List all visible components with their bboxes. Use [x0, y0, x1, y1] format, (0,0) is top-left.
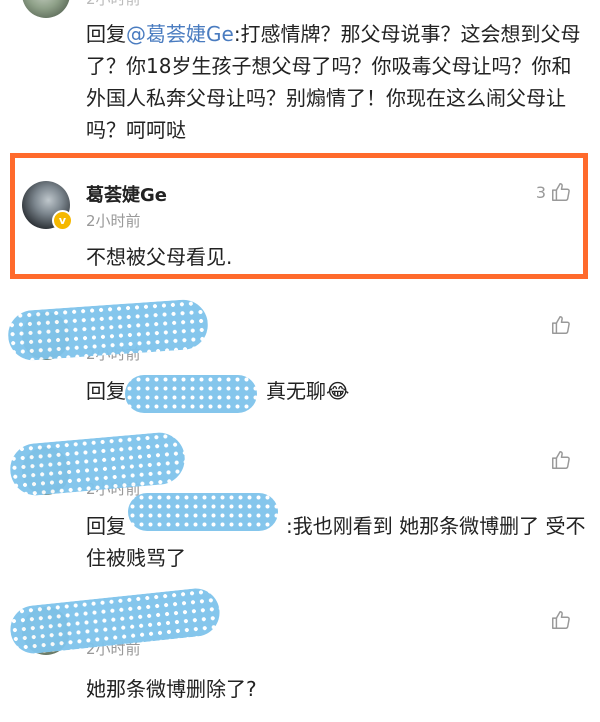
user-mention-link[interactable]: @葛荟婕Ge	[126, 22, 234, 46]
like-button[interactable]	[550, 449, 572, 471]
reply-prefix: 回复	[86, 22, 126, 46]
redaction-blob	[125, 375, 257, 413]
highlight-frame	[10, 153, 588, 279]
comment-item[interactable]: 2小时前 她那条微博删除了?	[0, 586, 600, 722]
comment-text: 她那条微博删除了?	[86, 677, 257, 701]
thumbs-up-icon	[552, 316, 570, 334]
thumbs-up-icon	[552, 611, 570, 629]
reply-prefix: 回复	[86, 514, 126, 538]
comment-item[interactable]: 2小时前 回复:我也刚看到 她那条微博删了 受不住被贱骂了	[0, 430, 600, 585]
thumbs-up-icon	[552, 451, 570, 469]
redaction-blob	[6, 298, 210, 362]
comment-text-body: 真无聊😂	[266, 379, 350, 403]
like-button[interactable]	[550, 314, 572, 336]
reply-prefix: 回复	[86, 379, 126, 403]
redaction-blob	[128, 493, 278, 531]
comment-text: 回复@葛荟婕Ge:打感情牌？那父母说事？这会想到父母了？你18岁生孩子想父母了吗…	[86, 18, 586, 146]
comment-item[interactable]: 2小时前 回复@葛荟婕Ge:打感情牌？那父母说事？这会想到父母了？你18岁生孩子…	[0, 0, 600, 150]
comment-list: 2小时前 回复@葛荟婕Ge:打感情牌？那父母说事？这会想到父母了？你18岁生孩子…	[0, 0, 600, 722]
comment-time: 2小时前	[86, 0, 141, 9]
comment-item[interactable]: 2小时前 回复真无聊😂	[0, 298, 600, 425]
avatar[interactable]	[22, 0, 70, 18]
redaction-blob	[8, 430, 187, 498]
like-button[interactable]	[550, 609, 572, 631]
